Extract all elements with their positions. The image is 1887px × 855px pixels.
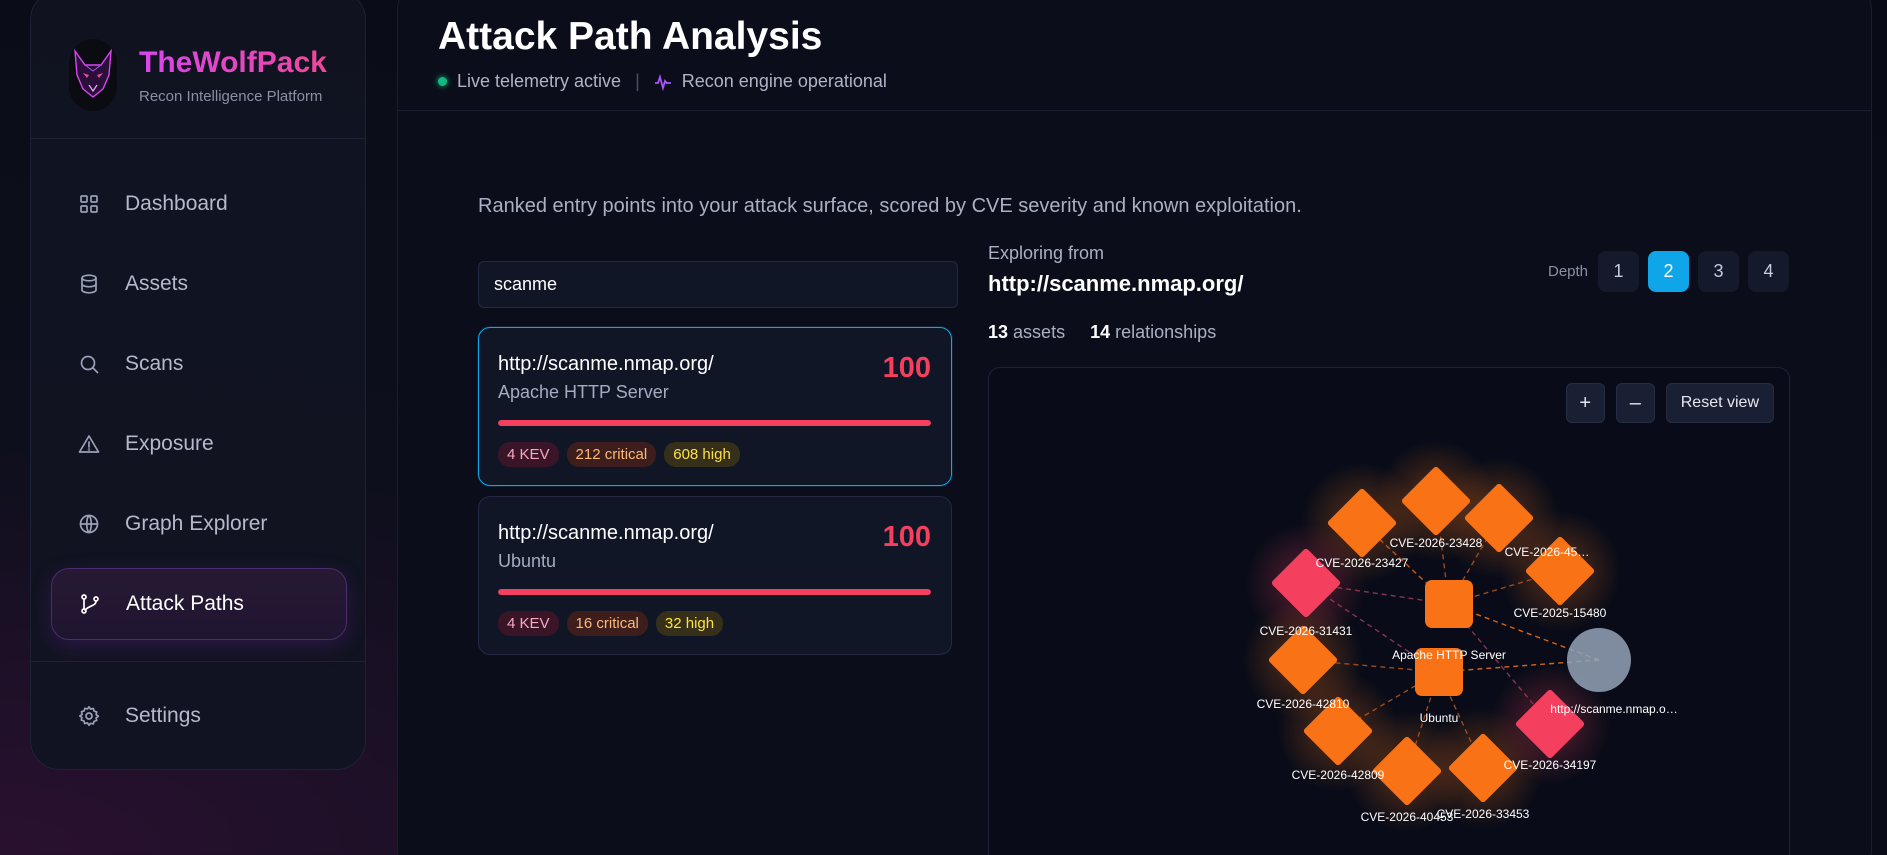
reset-view-button[interactable]: Reset view bbox=[1665, 383, 1774, 423]
page-title: Attack Path Analysis bbox=[438, 15, 823, 58]
status-separator: | bbox=[635, 71, 640, 91]
graph-stats: 13 assets 14 relationships bbox=[988, 322, 1216, 343]
kev-badge: 4 KEV bbox=[498, 442, 559, 467]
sidebar-divider bbox=[31, 138, 365, 139]
graph-controls: + – Reset view bbox=[1565, 383, 1774, 423]
assets-count: 13 bbox=[988, 322, 1009, 342]
globe-icon bbox=[79, 514, 99, 534]
zoom-in-button[interactable]: + bbox=[1565, 383, 1605, 423]
high-badge: 32 high bbox=[655, 611, 724, 636]
depth-label: Depth bbox=[1548, 263, 1589, 280]
path-url: http://scanme.nmap.org/ bbox=[498, 353, 714, 375]
path-url: http://scanme.nmap.org/ bbox=[498, 522, 714, 544]
brand-tagline: Recon Intelligence Platform bbox=[139, 87, 323, 105]
graph-node-label: CVE-2025-15480 bbox=[1514, 606, 1607, 620]
critical-badge: 16 critical bbox=[566, 611, 648, 636]
path-technology: Apache HTTP Server bbox=[498, 382, 669, 402]
graph-node-label: CVE-2026-42809 bbox=[1292, 768, 1385, 782]
risk-score: 100 bbox=[882, 352, 931, 384]
depth-button-2[interactable]: 2 bbox=[1648, 251, 1690, 292]
brand-name: TheWolfPack bbox=[139, 45, 327, 79]
graph-node-label: CVE-2026-31431 bbox=[1260, 624, 1353, 638]
sidebar-item-exposure[interactable]: Exposure bbox=[51, 408, 347, 480]
risk-score-bar-fill bbox=[498, 420, 931, 426]
relationships-label: relationships bbox=[1115, 322, 1217, 342]
technology-node[interactable] bbox=[1425, 580, 1473, 628]
exploring-from-url: http://scanme.nmap.org/ bbox=[988, 271, 1244, 296]
risk-score-bar-fill bbox=[498, 589, 931, 595]
depth-selector: Depth 1 2 3 4 bbox=[1548, 251, 1798, 292]
search-icon bbox=[80, 355, 99, 374]
sidebar-item-graph-explorer[interactable]: Graph Explorer bbox=[51, 488, 347, 560]
search-input[interactable] bbox=[478, 261, 958, 308]
sidebar-item-label: Assets bbox=[125, 272, 189, 295]
live-status-text: Live telemetry active bbox=[457, 71, 622, 91]
graph-node-label: CVE-2026-45… bbox=[1505, 545, 1590, 559]
activity-icon bbox=[654, 73, 671, 91]
relationships-count: 14 bbox=[1090, 322, 1111, 342]
critical-badge: 212 critical bbox=[566, 442, 657, 467]
warning-icon bbox=[78, 435, 100, 453]
page-description: Ranked entry points into your attack sur… bbox=[478, 195, 1302, 217]
assets-label: assets bbox=[1013, 322, 1066, 342]
status-row: Live telemetry active | Recon engine ope… bbox=[438, 71, 887, 92]
brand: TheWolfPack Recon Intelligence Platform bbox=[69, 39, 327, 111]
sidebar-item-settings[interactable]: Settings bbox=[51, 680, 347, 752]
risk-score-bar bbox=[498, 420, 931, 426]
depth-button-3[interactable]: 3 bbox=[1698, 251, 1740, 292]
sidebar-item-label: Exposure bbox=[125, 432, 214, 455]
sidebar-item-scans[interactable]: Scans bbox=[51, 328, 347, 400]
sidebar: TheWolfPack Recon Intelligence Platform … bbox=[30, 0, 366, 770]
zoom-out-button[interactable]: – bbox=[1615, 383, 1655, 423]
graph-node-label: CVE-2026-34197 bbox=[1504, 758, 1597, 772]
graph-node-label: CVE-2026-23427 bbox=[1316, 556, 1409, 570]
git-branch-icon bbox=[81, 594, 99, 614]
depth-button-4[interactable]: 4 bbox=[1748, 251, 1790, 292]
grid-icon bbox=[80, 195, 98, 213]
attack-graph[interactable]: Apache HTTP Server Ubuntu http://scanme.nm… bbox=[989, 368, 1790, 855]
graph-node-label: CVE-2026-33453 bbox=[1437, 807, 1530, 821]
sidebar-divider bbox=[31, 661, 365, 662]
exploring-from-label: Exploring from bbox=[988, 243, 1105, 263]
sidebar-item-label: Graph Explorer bbox=[125, 512, 268, 535]
header-divider bbox=[398, 110, 1871, 111]
sidebar-item-label: Scans bbox=[125, 352, 184, 375]
sidebar-item-dashboard[interactable]: Dashboard bbox=[51, 168, 347, 240]
attack-graph-canvas[interactable]: + – Reset view Apache HTTP Server Ubuntu h… bbox=[988, 367, 1790, 855]
database-icon bbox=[81, 274, 97, 294]
risk-score-bar bbox=[498, 589, 931, 595]
path-technology: Ubuntu bbox=[498, 551, 557, 571]
depth-button-1[interactable]: 1 bbox=[1598, 251, 1640, 292]
main-panel: Attack Path Analysis Live telemetry acti… bbox=[397, 0, 1872, 855]
sidebar-item-label: Settings bbox=[125, 704, 201, 727]
engine-status-text: Recon engine operational bbox=[681, 71, 887, 91]
graph-node-label: Ubuntu bbox=[1420, 711, 1459, 725]
attack-path-card[interactable]: http://scanme.nmap.org/ Apache HTTP Serv… bbox=[478, 327, 952, 486]
root-asset-node[interactable] bbox=[1567, 628, 1631, 692]
gear-icon bbox=[78, 705, 100, 727]
sidebar-item-label: Dashboard bbox=[125, 192, 228, 215]
sidebar-item-label: Attack Paths bbox=[126, 592, 244, 615]
graph-node-label: Apache HTTP Server bbox=[1392, 648, 1506, 662]
high-badge: 608 high bbox=[664, 442, 740, 467]
sidebar-item-attack-paths[interactable]: Attack Paths bbox=[51, 568, 347, 640]
live-status-dot-icon bbox=[438, 77, 447, 86]
graph-node-label: http://scanme.nmap.o… bbox=[1550, 702, 1677, 716]
graph-node-label: CVE-2026-42810 bbox=[1257, 697, 1350, 711]
attack-path-card[interactable]: http://scanme.nmap.org/ Ubuntu 100 4 KEV… bbox=[478, 496, 952, 655]
graph-node-label: CVE-2026-23428 bbox=[1390, 536, 1483, 550]
sidebar-item-assets[interactable]: Assets bbox=[51, 248, 347, 320]
risk-score: 100 bbox=[882, 521, 931, 553]
kev-badge: 4 KEV bbox=[498, 611, 559, 636]
wolf-logo-icon bbox=[69, 39, 117, 111]
